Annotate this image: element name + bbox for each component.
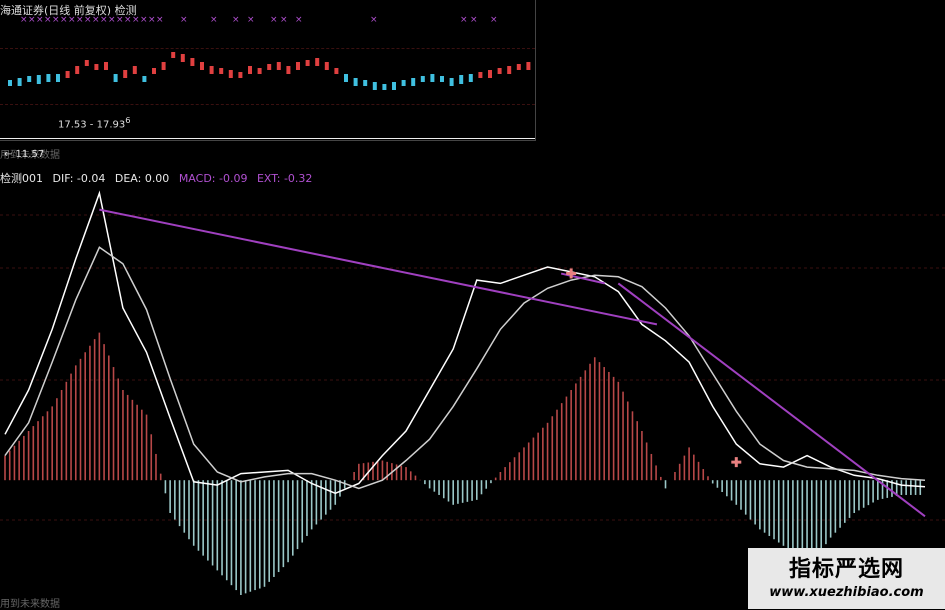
watermark: 指标严选网 www.xuezhibiao.com [748,548,945,609]
price-candle [353,78,358,86]
series-line-dif [4,190,926,495]
price-candle [276,62,281,70]
top-signal-mark: × [100,15,108,25]
top-signal-mark: × [36,15,44,25]
price-candle [104,62,108,70]
price-candle [113,74,118,82]
price-candle [56,74,60,82]
top-signal-mark: × [490,15,498,25]
price-candle [200,62,204,70]
price-candle [36,75,41,84]
top-signal-mark: × [116,15,124,25]
price-candle [411,78,416,86]
price-candle [363,80,368,86]
watermark-url: www.xuezhibiao.com [769,585,924,600]
price-candle [248,66,252,74]
price-candle [142,76,147,82]
price-candle [180,54,185,62]
price-candle [190,58,195,66]
price-candle [46,74,51,82]
top-signal-mark: × [20,15,28,25]
top-signal-mark: × [28,15,36,25]
top-signal-mark: × [132,15,140,25]
divergence-line [617,282,926,518]
price-candle [75,66,80,74]
top-signal-mark: × [148,15,156,25]
top-signal-mark: × [140,15,148,25]
price-candle [171,52,176,58]
future-data-label-bottom: 用到未来数据 [0,599,60,610]
price-candle [8,80,12,86]
price-candle [497,68,502,74]
price-candle [27,76,32,82]
top-signal-mark: × [84,15,92,25]
price-candle [324,62,329,70]
price-candle [478,72,483,78]
price-candle [305,60,310,66]
signal-marker [731,457,742,468]
price-candle [488,70,492,78]
top-signal-mark: × [280,15,288,25]
top-signal-mark: × [295,15,303,25]
price-candle [430,74,435,82]
price-candle [401,80,406,86]
price-candle [516,64,521,70]
price-candle [84,60,89,66]
price-candle [334,68,339,74]
price-candle [286,66,291,74]
top-signal-mark: × [124,15,132,25]
top-signal-mark: × [370,15,378,25]
price-candle [132,66,137,74]
price-candle [507,66,512,74]
price-candle [449,78,454,86]
top-signal-mark: × [210,15,218,25]
price-candle [209,66,214,74]
watermark-title: 指标严选网 [788,557,904,582]
top-signal-mark: × [68,15,76,25]
top-signal-mark: × [460,15,468,25]
price-candle [267,64,272,70]
top-signal-mark: × [92,15,100,25]
price-candle [228,70,233,78]
price-candle [152,68,156,74]
top-signal-mark: × [247,15,255,25]
price-candle [296,62,300,70]
top-signal-mark: × [180,15,188,25]
top-signal-mark: × [156,15,164,25]
price-candle [420,76,425,82]
price-candle [392,82,396,90]
price-candle [382,84,387,90]
price-candle [440,76,444,82]
price-candle [161,62,166,70]
price-candle [344,74,348,82]
price-candle [238,72,243,78]
price-candle [123,70,128,78]
price-candle [17,78,22,86]
price-candle [372,82,377,90]
top-signal-mark: × [44,15,52,25]
top-signal-mark: × [470,15,478,25]
price-candle [257,68,262,74]
top-signal-mark: × [108,15,116,25]
divergence-line [99,208,658,326]
top-signal-mark: × [52,15,60,25]
macd-chart: × × × × × × × × × × × × × × × × × × × × × × × × × × × × × [0,15,945,595]
price-candle [219,68,224,74]
top-signal-mark: × [60,15,68,25]
price-candle [526,62,531,70]
series-line-dea [4,246,926,490]
price-candle [65,71,70,78]
top-signal-mark: × [270,15,278,25]
top-signal-mark: × [76,15,84,25]
price-candle [94,64,99,70]
price-candle [468,74,473,82]
top-signal-mark: × [232,15,240,25]
price-candle [315,58,320,66]
price-candle [459,75,464,84]
